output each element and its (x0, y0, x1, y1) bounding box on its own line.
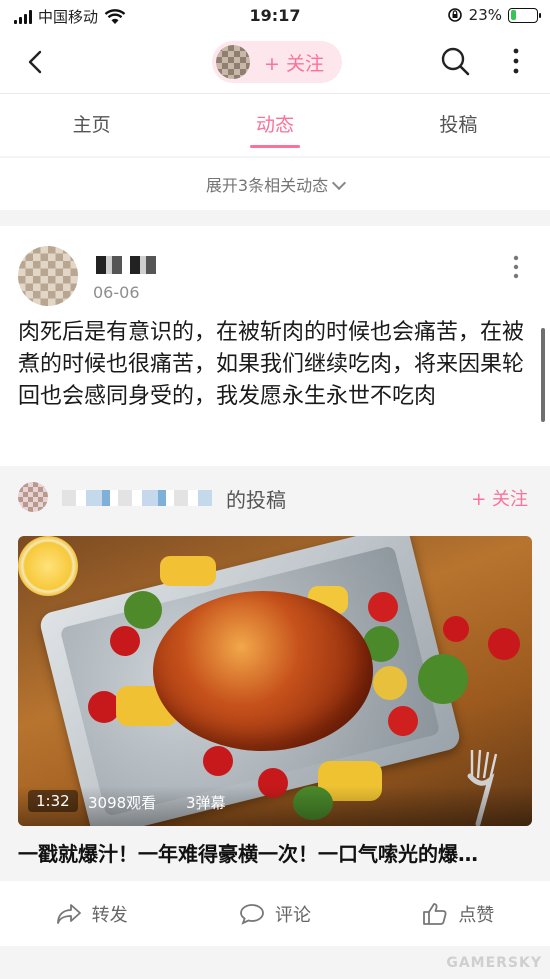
comment-icon (240, 904, 264, 925)
search-icon[interactable] (440, 46, 470, 76)
like-label: 点赞 (458, 905, 495, 926)
expand-label: 展开3条相关动态 (205, 176, 329, 195)
veg-graphic (488, 628, 520, 660)
avatar[interactable] (18, 246, 78, 306)
status-bar: 中国移动 19:17 23% (0, 0, 550, 32)
profile-tabs: 主页 动态 投稿 (0, 94, 550, 156)
follow-label: + 关注 (264, 52, 324, 75)
video-title[interactable]: 一戳就爆汁！一年难得豪横一次！一口气嗦光的爆… (18, 838, 532, 867)
follow-pill-button[interactable]: + 关注 (212, 41, 342, 83)
video-thumbnail[interactable]: 1:32 3098观看 3弹幕 (18, 536, 532, 826)
more-vertical-icon[interactable] (510, 254, 522, 280)
veg-graphic (388, 706, 418, 736)
veg-graphic (368, 592, 398, 622)
watermark: GAMERSKY (446, 955, 542, 971)
avatar[interactable] (18, 482, 48, 512)
veg-graphic (160, 556, 216, 586)
more-vertical-icon[interactable] (508, 46, 524, 76)
video-views: 3098观看 (88, 794, 157, 812)
roast-chicken-graphic (153, 591, 373, 751)
tab-home[interactable]: 主页 (0, 94, 183, 156)
post-actions: 转发 评论 点赞 (0, 886, 550, 942)
post-text: 肉死后是有意识的，在被斩肉的时候也会痛苦，在被煮的时候也很痛苦，如果我们继续吃肉… (18, 320, 525, 409)
avatar (216, 45, 250, 79)
follow-button[interactable]: + 关注 (471, 485, 528, 511)
post-card: 06-06 肉死后是有意识的，在被斩肉的时候也会痛苦，在被煮的时候也很痛苦，如果… (0, 226, 550, 946)
veg-graphic (203, 746, 233, 776)
video-duration: 1:32 (28, 790, 78, 812)
thumbs-up-icon (423, 903, 447, 925)
share-button[interactable]: 转发 (0, 886, 183, 942)
rotation-lock-icon (447, 8, 462, 22)
tab-uploads[interactable]: 投稿 (367, 94, 550, 156)
like-button[interactable]: 点赞 (367, 886, 550, 942)
veg-graphic (418, 654, 468, 704)
battery-icon (508, 7, 541, 23)
upload-suffix: 的投稿 (226, 488, 286, 512)
uploader-name-pixelated[interactable] (62, 490, 212, 506)
share-icon (56, 904, 81, 924)
repost-card[interactable]: 的投稿 + 关注 1:32 3098观看 3弹幕 一戳就爆汁！一年难得豪横一次！… (0, 466, 550, 881)
top-nav-bar: + 关注 (0, 32, 550, 94)
scrollbar[interactable] (541, 328, 545, 422)
tab-dynamics[interactable]: 动态 (183, 94, 366, 156)
battery-percent: 23% (468, 6, 502, 24)
veg-graphic (110, 626, 140, 656)
share-label: 转发 (91, 905, 128, 926)
chevron-down-icon (332, 175, 347, 191)
video-danmaku-count: 3弹幕 (186, 794, 226, 812)
battery-group: 23% (447, 6, 541, 24)
comment-button[interactable]: 评论 (183, 886, 366, 942)
veg-graphic (124, 591, 162, 629)
post-date: 06-06 (93, 283, 140, 302)
expand-related-button[interactable]: 展开3条相关动态 (0, 158, 550, 210)
chevron-left-icon[interactable] (22, 48, 50, 76)
veg-graphic (373, 666, 407, 700)
veg-graphic (443, 616, 469, 642)
comment-label: 评论 (274, 905, 311, 926)
username-pixelated[interactable] (96, 256, 160, 274)
lemon-graphic (18, 536, 78, 596)
